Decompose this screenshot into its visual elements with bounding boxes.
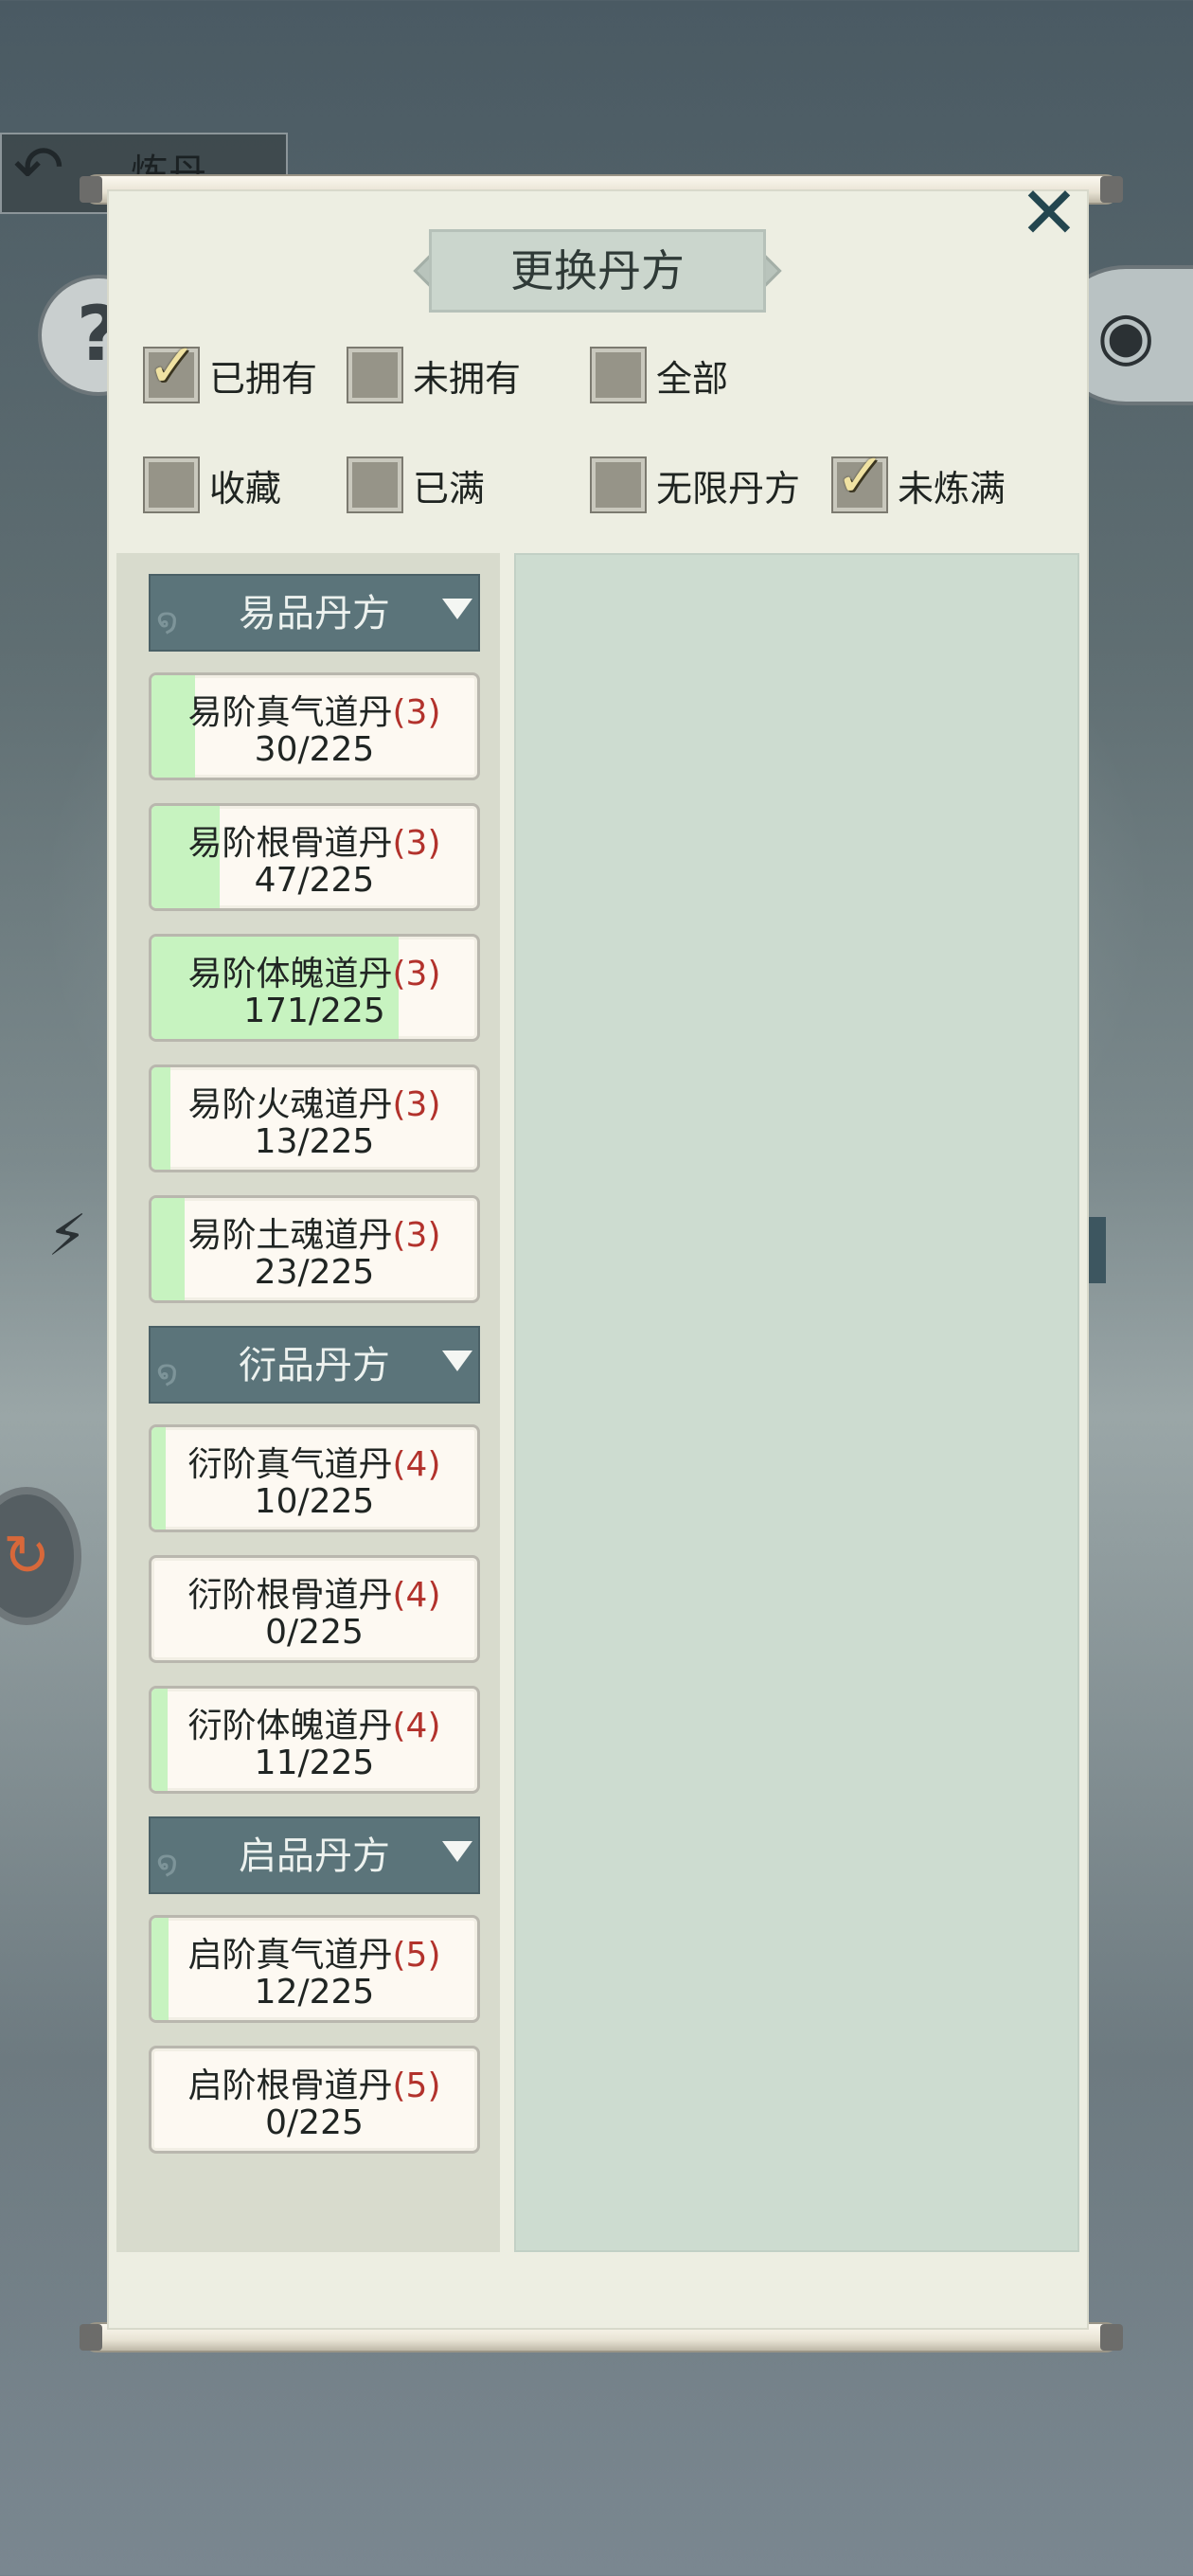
filter-label: 已拥有: [209, 357, 318, 400]
back-arrow-icon[interactable]: ↶: [13, 138, 64, 199]
recipe-count: 47/225: [254, 861, 375, 900]
checkbox[interactable]: ✓: [145, 331, 198, 402]
filter-favorite[interactable]: 收藏: [145, 455, 281, 515]
recipe-tier: (3): [392, 693, 441, 732]
recipe-name: 衍阶真气道丹: [187, 1445, 393, 1484]
recipe-name: 启阶根骨道丹: [187, 2066, 393, 2105]
dialog-title: 更换丹方: [429, 229, 766, 313]
group-title: 衍品丹方: [239, 1344, 390, 1387]
rod-end: [1100, 176, 1123, 203]
checkbox[interactable]: [592, 349, 645, 402]
recipe-name: 易阶根骨道丹: [187, 824, 393, 863]
cloud-ornament-icon: ໑: [156, 1353, 179, 1392]
group-title: 启品丹方: [239, 1834, 390, 1878]
recipe-count: 10/225: [254, 1482, 375, 1521]
side-tab[interactable]: [1089, 1217, 1106, 1283]
recipe-name: 易阶火魂道丹: [187, 1085, 393, 1124]
recipe-name: 衍阶体魄道丹: [187, 1707, 393, 1745]
recipe-item[interactable]: 启阶根骨道丹(5) 0/225: [149, 2046, 480, 2154]
checkbox[interactable]: [348, 458, 401, 511]
checkbox[interactable]: ✓: [833, 441, 886, 511]
filter-not-full-refined[interactable]: ✓ 未炼满: [833, 441, 1006, 515]
triangle-down-icon: [442, 1841, 472, 1862]
recipe-tier: (3): [392, 1216, 441, 1255]
filter-not-owned[interactable]: 未拥有: [348, 345, 521, 405]
recipe-item[interactable]: 易阶根骨道丹(3) 47/225: [149, 803, 480, 911]
recipe-item[interactable]: 衍阶根骨道丹(4) 0/225: [149, 1555, 480, 1663]
recipe-name: 易阶真气道丹: [187, 693, 393, 732]
triangle-down-icon: [442, 599, 472, 619]
checkmark-icon: ✓: [835, 441, 886, 511]
recipe-name: 易阶土魂道丹: [187, 1216, 393, 1255]
checkbox[interactable]: [145, 458, 198, 511]
recipe-item[interactable]: 衍阶体魄道丹(4) 11/225: [149, 1686, 480, 1794]
recipe-count: 171/225: [243, 992, 385, 1030]
filter-all[interactable]: 全部: [592, 345, 728, 405]
recipe-tier: (4): [392, 1576, 441, 1615]
filter-label: 未炼满: [898, 467, 1006, 510]
recipe-item[interactable]: 衍阶真气道丹(4) 10/225: [149, 1424, 480, 1532]
recipe-count: 0/225: [265, 1613, 364, 1652]
rod-end: [1100, 2324, 1123, 2351]
triangle-down-icon: [442, 1351, 472, 1371]
recipe-detail-panel: [514, 553, 1079, 2252]
filter-label: 全部: [656, 357, 729, 400]
filter-owned[interactable]: ✓ 已拥有: [145, 331, 318, 405]
recipe-tier: (4): [392, 1707, 441, 1745]
group-header-yan[interactable]: ໑ 衍品丹方: [149, 1326, 480, 1404]
refresh-icon[interactable]: ↻: [0, 1487, 81, 1625]
filter-label: 无限丹方: [656, 467, 801, 510]
recipe-tier: (4): [392, 1445, 441, 1484]
recipe-item[interactable]: 易阶土魂道丹(3) 23/225: [149, 1195, 480, 1303]
recipe-count: 0/225: [265, 2103, 364, 2142]
filter-unlimited[interactable]: 无限丹方: [592, 455, 800, 515]
recipe-dialog: 更换丹方 ✕ ✓ 已拥有 未拥有 全部 收藏 已满 无限丹方 ✓ 未炼满 ໑ 易…: [107, 170, 1089, 2330]
recipe-item[interactable]: 启阶真气道丹(5) 12/225: [149, 1915, 480, 2023]
rod-end: [80, 2324, 102, 2351]
recipe-tier: (5): [392, 2066, 441, 2105]
rod-end: [80, 176, 102, 203]
checkbox[interactable]: [348, 349, 401, 402]
recipe-name: 易阶体魄道丹: [187, 955, 393, 993]
checkmark-icon: ✓: [147, 331, 198, 402]
recipe-count: 12/225: [254, 1973, 375, 2012]
filter-label: 未拥有: [413, 357, 522, 400]
filter-label: 收藏: [209, 467, 282, 510]
recipe-list[interactable]: ໑ 易品丹方 易阶真气道丹(3) 30/225 易阶根骨道丹(3) 47/225…: [116, 553, 500, 2252]
group-header-qi[interactable]: ໑ 启品丹方: [149, 1816, 480, 1894]
recipe-count: 13/225: [254, 1122, 375, 1161]
recipe-count: 23/225: [254, 1253, 375, 1292]
recipe-item[interactable]: 易阶真气道丹(3) 30/225: [149, 672, 480, 780]
filter-label: 已满: [413, 467, 486, 510]
recipe-count: 30/225: [254, 730, 375, 769]
close-icon[interactable]: ✕: [1006, 170, 1092, 256]
recipe-tier: (3): [392, 955, 441, 993]
recipe-tier: (3): [392, 1085, 441, 1124]
recipe-item[interactable]: 易阶体魄道丹(3) 171/225: [149, 934, 480, 1042]
recipe-tier: (5): [392, 1936, 441, 1975]
recipe-name: 启阶真气道丹: [187, 1936, 393, 1975]
group-title: 易品丹方: [239, 592, 390, 635]
cloud-ornament-icon: ໑: [156, 601, 179, 640]
checkbox[interactable]: [592, 458, 645, 511]
recipe-tier: (3): [392, 824, 441, 863]
filter-full[interactable]: 已满: [348, 455, 485, 515]
recipe-name: 衍阶根骨道丹: [187, 1576, 393, 1615]
group-header-yi[interactable]: ໑ 易品丹方: [149, 574, 480, 652]
recipe-item[interactable]: 易阶火魂道丹(3) 13/225: [149, 1064, 480, 1172]
cloud-ornament-icon: ໑: [156, 1844, 179, 1883]
recipe-count: 11/225: [254, 1744, 375, 1782]
